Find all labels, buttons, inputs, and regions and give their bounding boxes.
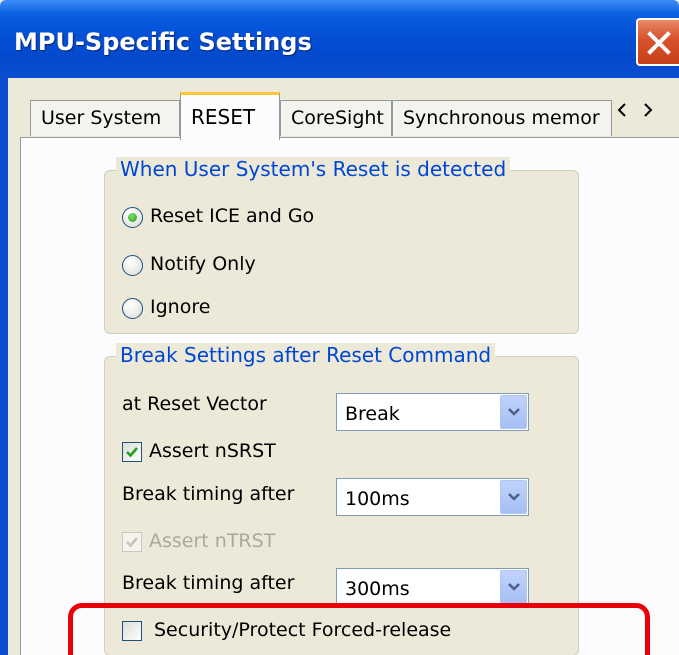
tab-coresight[interactable]: CoreSight — [280, 100, 392, 136]
break-timing-select-2[interactable]: 300ms — [336, 568, 529, 606]
tab-label: RESET — [191, 105, 256, 129]
check-icon — [126, 537, 138, 548]
checkbox[interactable] — [122, 442, 142, 462]
break-timing-select-1[interactable]: 100ms — [336, 478, 529, 516]
group-caption: Break Settings after Reset Command — [116, 343, 496, 367]
close-icon — [647, 31, 671, 55]
tab-label: Synchronous memor — [403, 107, 600, 129]
dropdown-button[interactable] — [500, 395, 527, 429]
radio-button[interactable] — [122, 207, 143, 228]
radio-reset-ice-and-go[interactable]: Reset ICE and Go — [122, 205, 382, 231]
radio-ignore[interactable]: Ignore — [122, 296, 382, 322]
radio-button[interactable] — [122, 298, 143, 319]
dialog-window: MPU-Specific Settings User System CoreSi… — [0, 0, 679, 655]
radio-label: Reset ICE and Go — [150, 205, 315, 227]
chevron-down-icon — [508, 583, 520, 591]
tab-reset[interactable]: RESET — [180, 92, 280, 140]
group-caption: When User System's Reset is detected — [116, 157, 511, 181]
tab-scroll-buttons — [608, 100, 670, 130]
radio-label: Notify Only — [150, 253, 256, 275]
checkbox-label: Assert nTRST — [149, 530, 276, 552]
checkbox[interactable] — [122, 532, 142, 552]
window-left-border — [0, 78, 8, 655]
tab-user-system[interactable]: User System — [30, 100, 180, 136]
title-bar[interactable]: MPU-Specific Settings — [0, 0, 679, 78]
chevron-right-icon[interactable] — [642, 102, 654, 122]
checkbox-label: Assert nSRST — [149, 440, 276, 462]
chevron-down-icon — [508, 408, 520, 416]
select-value: Break — [345, 403, 400, 425]
at-reset-vector-label: at Reset Vector — [122, 393, 267, 415]
at-reset-vector-select[interactable]: Break — [336, 393, 529, 431]
chevron-down-icon — [508, 493, 520, 501]
tab-label: CoreSight — [291, 107, 384, 129]
window-title: MPU-Specific Settings — [14, 28, 312, 56]
radio-button[interactable] — [122, 255, 143, 276]
tab-synchronous-memory[interactable]: Synchronous memor — [392, 100, 612, 136]
check-icon — [126, 447, 138, 458]
assert-nsrst-checkbox[interactable]: Assert nSRST — [122, 440, 382, 466]
break-timing-label: Break timing after — [122, 483, 295, 505]
radio-notify-only[interactable]: Notify Only — [122, 253, 382, 279]
radio-label: Ignore — [150, 296, 211, 318]
assert-ntrst-checkbox[interactable]: Assert nTRST — [122, 530, 382, 556]
select-value: 100ms — [345, 488, 410, 510]
close-button[interactable] — [636, 18, 679, 66]
dropdown-button[interactable] — [500, 570, 527, 604]
select-value: 300ms — [345, 578, 410, 600]
break-timing-label: Break timing after — [122, 572, 295, 594]
dropdown-button[interactable] — [500, 480, 527, 514]
chevron-left-icon[interactable] — [616, 102, 628, 122]
highlight-box — [68, 603, 650, 655]
tab-label: User System — [41, 107, 162, 129]
